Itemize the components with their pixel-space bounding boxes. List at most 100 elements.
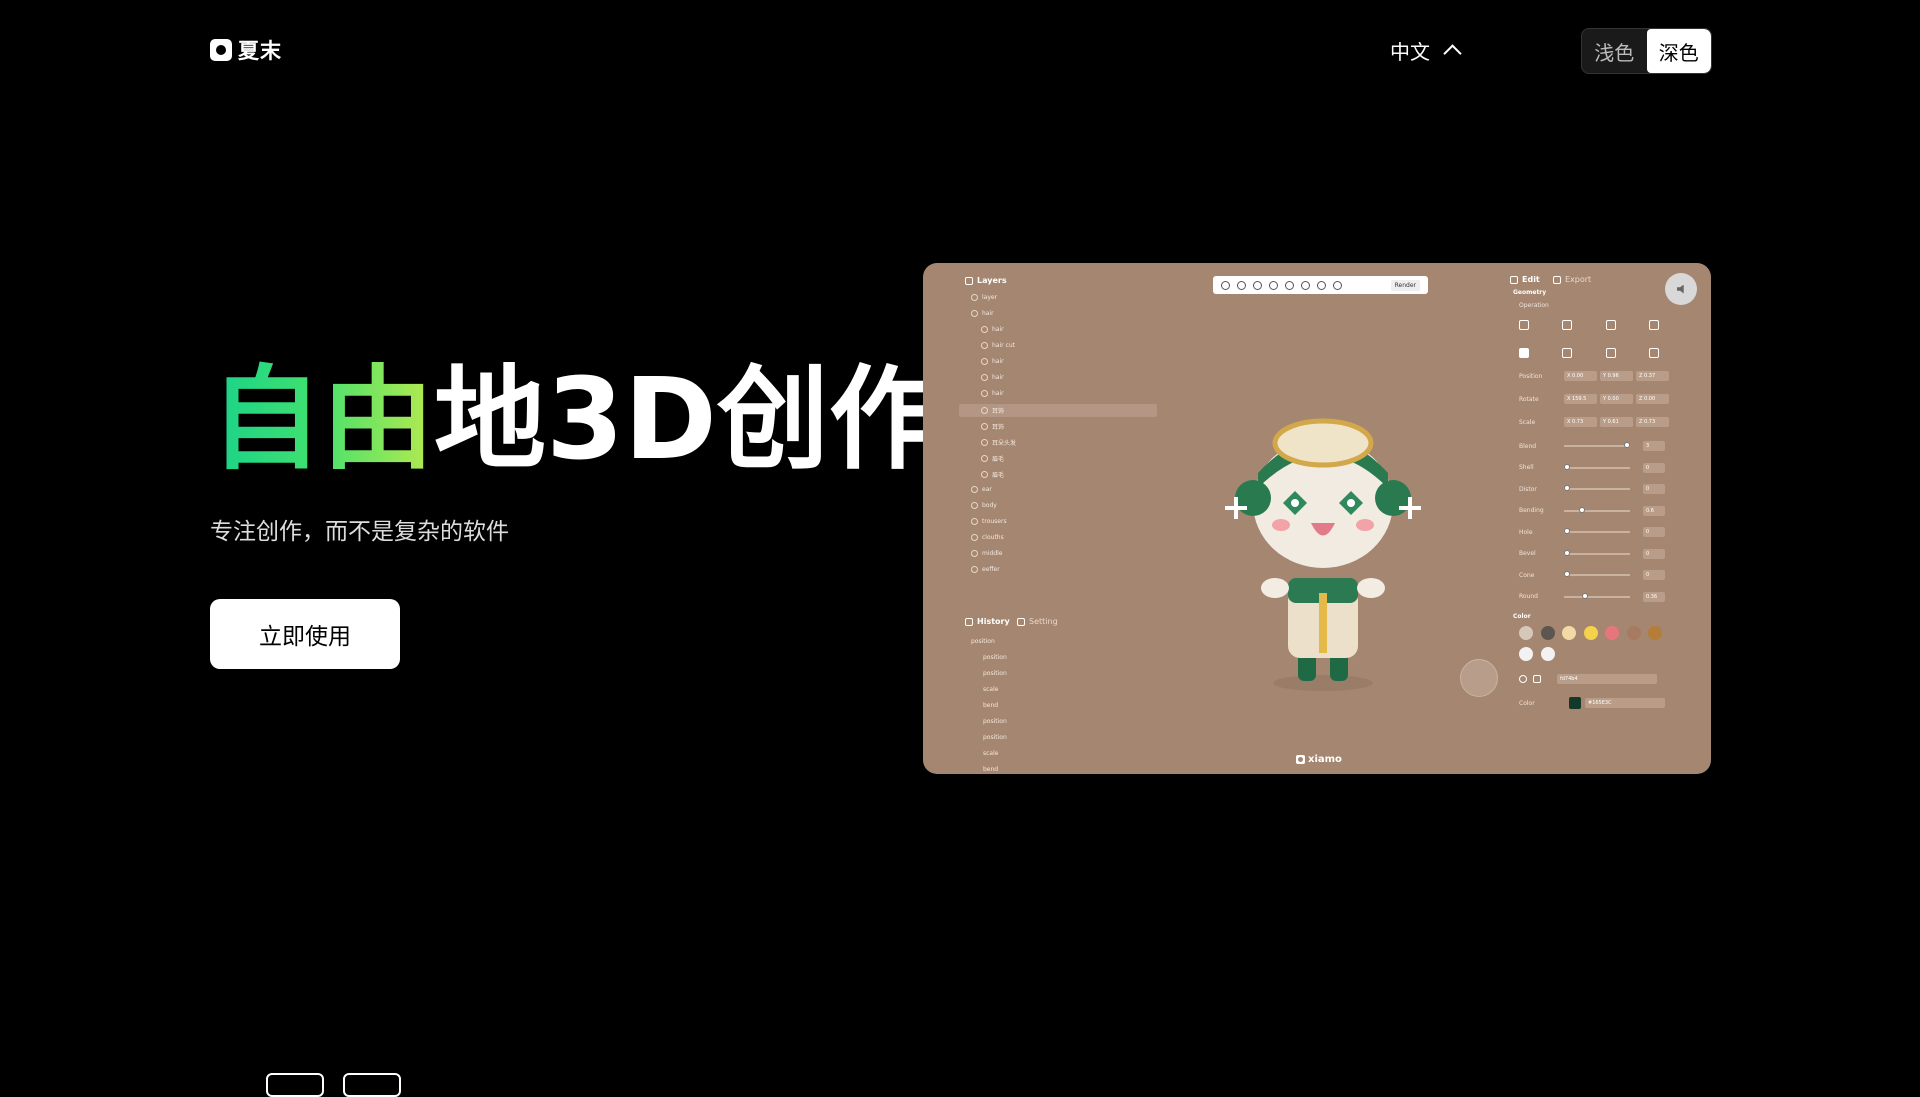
property-field[interactable]: Y 0.61 [1600,417,1633,427]
layer-visibility-icon[interactable] [981,455,988,462]
setting-tab[interactable]: Setting [1017,617,1058,626]
slider-value[interactable]: 0 [1643,484,1665,494]
slider-knob[interactable] [1579,506,1585,513]
carousel-tab[interactable] [343,1073,401,1097]
theme-toggle[interactable]: 浅色 深色 [1581,28,1712,74]
history-item[interactable]: position [983,654,1007,661]
property-field[interactable]: Z 0.37 [1636,371,1669,381]
slider-track[interactable] [1564,528,1630,534]
history-item[interactable]: position [971,638,995,645]
trash-icon[interactable] [1533,675,1541,683]
color-swatch[interactable] [1583,626,1598,640]
layer-visibility-icon[interactable] [971,486,978,493]
color-swatch[interactable] [1519,647,1533,661]
layer-item[interactable]: 眉毛 [981,454,1004,463]
history-tab[interactable]: History [965,617,1010,626]
3d-character[interactable] [1213,383,1433,703]
color-chip[interactable] [1569,697,1581,709]
layer-visibility-icon[interactable] [981,423,988,430]
slider-knob[interactable] [1582,592,1588,599]
cube-icon[interactable] [1253,280,1262,290]
layer-item[interactable]: layer [971,294,997,301]
color-swatch[interactable] [1626,626,1641,640]
history-item[interactable]: bend [983,702,998,709]
layer-item[interactable]: 耳饰 [981,422,1004,431]
layer-visibility-icon[interactable] [981,374,988,381]
eye-icon[interactable] [1519,675,1527,683]
slider-track[interactable] [1564,463,1630,470]
operation-subtract-icon[interactable] [1562,320,1573,330]
mirror-icon[interactable] [1648,348,1659,358]
render-button[interactable]: Render [1390,279,1420,291]
color-swatch[interactable] [1540,626,1555,640]
layer-visibility-icon[interactable] [981,407,988,414]
color-swatch[interactable] [1605,626,1619,640]
layer-item[interactable]: hair cut [981,342,1015,349]
layer-visibility-icon[interactable] [971,566,978,573]
history-item[interactable]: scale [983,686,998,693]
layer-visibility-icon[interactable] [971,310,978,317]
logo[interactable]: 夏末 [210,38,282,63]
start-button[interactable]: 立即使用 [210,599,400,669]
color-hex-input[interactable]: #165E3C [1585,698,1665,708]
layer-visibility-icon[interactable] [981,326,988,333]
link-icon[interactable] [1285,280,1294,290]
carousel-tab[interactable] [266,1073,324,1097]
layer-item[interactable]: hair [981,326,1004,333]
layer-visibility-icon[interactable] [981,471,988,478]
slider-knob[interactable] [1564,463,1570,470]
layer-visibility-icon[interactable] [971,534,978,541]
sphere-icon[interactable] [1237,280,1246,290]
layer-item[interactable]: hair [981,358,1004,365]
property-field[interactable]: Y 0.00 [1600,394,1633,404]
layer-item[interactable]: eeffer [971,566,1000,573]
slider-track[interactable] [1564,549,1630,556]
slider-value[interactable]: 0 [1643,462,1665,473]
layer-item[interactable]: ear [971,486,992,493]
view-gizmo[interactable] [1460,659,1498,697]
slider-track[interactable] [1564,485,1630,491]
history-item[interactable]: position [983,734,1007,741]
attach-icon[interactable] [1301,280,1310,290]
slider-track[interactable] [1564,592,1630,599]
select-icon[interactable] [1221,280,1230,290]
slider-value[interactable]: 3 [1643,441,1665,451]
difference-icon[interactable] [1562,348,1573,358]
layer-item[interactable]: trousers [971,518,1007,525]
property-field[interactable]: X 0.73 [1564,417,1597,427]
undo-icon[interactable] [1317,280,1326,290]
theme-light-button[interactable]: 浅色 [1582,29,1647,73]
operation-smooth-icon[interactable] [1648,320,1659,330]
history-item[interactable]: scale [983,750,998,757]
export-tab[interactable]: Export [1553,275,1591,284]
layer-item[interactable]: hair [981,374,1004,381]
language-selector[interactable]: 中文 [1390,36,1462,65]
layer-item[interactable]: hair [971,310,994,317]
slider-knob[interactable] [1564,528,1570,534]
color-swatch[interactable] [1648,626,1662,640]
layer-visibility-icon[interactable] [971,518,978,525]
color-swatch[interactable] [1562,626,1576,640]
history-item[interactable]: bend [983,766,998,773]
layer-item[interactable]: middle [971,550,1003,557]
property-field[interactable]: Y 0.96 [1600,371,1633,381]
slider-track[interactable] [1564,506,1630,513]
geometry-section[interactable]: Geometry [1513,289,1546,296]
slider-value[interactable]: 0.36 [1643,591,1665,602]
history-item[interactable]: position [983,670,1007,677]
operation-add-icon[interactable] [1519,320,1529,330]
slider-value[interactable]: 0.6 [1643,505,1665,516]
slider-knob[interactable] [1564,571,1570,577]
slider-value[interactable]: 0 [1643,548,1665,559]
layer-visibility-icon[interactable] [981,390,988,397]
slider-knob[interactable] [1564,549,1570,556]
slider-value[interactable]: 0 [1643,527,1665,537]
layer-visibility-icon[interactable] [971,550,978,557]
layer-item[interactable]: 眉毛 [981,470,1004,479]
layer-visibility-icon[interactable] [981,358,988,365]
color-swatch[interactable] [1540,647,1555,661]
layer-item[interactable]: body [971,502,997,509]
layer-item[interactable]: 耳饰 [981,406,1004,415]
property-field[interactable]: X 159.5 [1564,394,1597,404]
theme-dark-button[interactable]: 深色 [1646,29,1711,73]
